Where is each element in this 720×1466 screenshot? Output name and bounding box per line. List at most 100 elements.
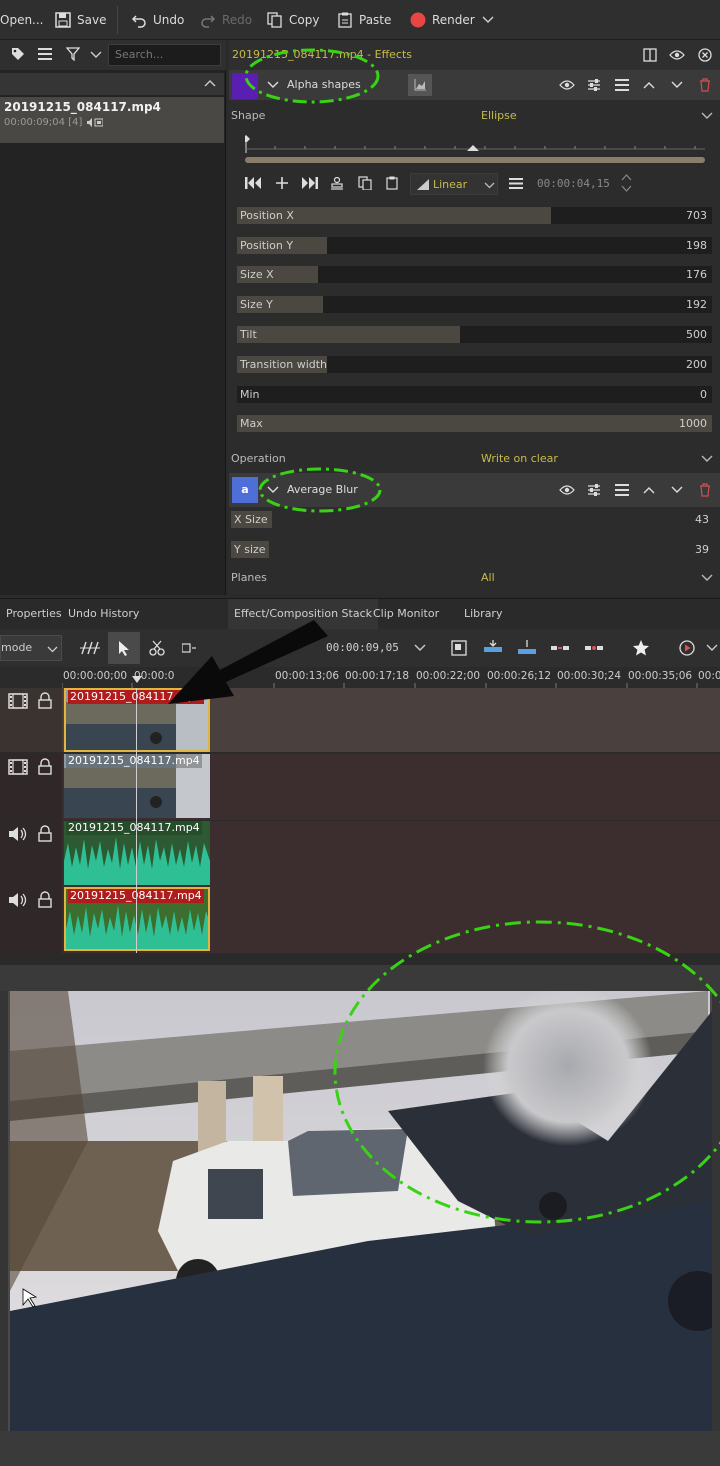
filter-icon[interactable] [66,47,80,61]
keyframe-ruler[interactable] [245,135,707,163]
copy-icon [267,12,282,28]
paste-button[interactable]: Paste [337,0,391,40]
lift-icon[interactable] [551,642,569,654]
tab-properties[interactable]: Properties [0,599,68,629]
search-input[interactable]: Search... [108,44,221,66]
star-icon[interactable] [632,639,650,656]
lock-icon[interactable] [38,891,52,908]
planes-value[interactable]: All [481,571,495,584]
menu-icon[interactable] [509,178,523,189]
chevron-down-icon[interactable] [414,644,426,652]
selection-tool-button[interactable] [108,632,140,664]
chevron-down-icon[interactable] [90,51,102,59]
open-button[interactable]: Open... [0,0,44,40]
film-icon[interactable] [8,693,28,709]
render-menu-button[interactable] [482,0,494,40]
speaker-icon[interactable] [8,826,28,842]
lock-icon[interactable] [38,825,52,842]
param-position-x[interactable]: Position X 703 [237,207,712,224]
menu-icon[interactable] [615,484,629,496]
tab-undo-history[interactable]: Undo History [62,599,145,629]
overwrite-icon[interactable] [518,640,536,656]
param-min[interactable]: Min 0 [237,386,712,403]
interpolation-select[interactable]: Linear [410,173,498,195]
open-label: Open... [0,13,44,27]
insert-icon[interactable] [484,640,502,656]
param-value: 176 [686,268,707,281]
param-y-size[interactable]: Y size 39 [231,541,714,558]
move-up-icon[interactable] [643,81,655,89]
undo-button[interactable]: Undo [131,0,184,40]
overlay-icon[interactable] [451,640,467,656]
undo-icon [131,15,146,28]
param-position-y[interactable]: Position Y 198 [237,237,712,254]
menu-icon[interactable] [615,79,629,91]
spin-arrows-icon[interactable] [621,173,632,193]
bin-clip-item[interactable]: 20191215_084117.mp4 00:00:09;04 [4] [0,97,224,143]
delete-icon[interactable] [699,78,711,92]
move-down-icon[interactable] [671,81,683,89]
param-transition-width[interactable]: Transition width 200 [237,356,712,373]
delete-icon[interactable] [699,483,711,497]
previous-keyframe-icon[interactable] [245,176,263,190]
redo-button[interactable]: Redo [200,0,252,40]
add-keyframe-icon[interactable] [275,176,289,190]
param-max[interactable]: Max 1000 [237,415,712,432]
tab-library[interactable]: Library [458,599,508,629]
timeline-clip[interactable]: 20191215_084117.mp4 [64,754,210,818]
film-icon[interactable] [8,759,28,775]
eye-icon[interactable] [559,484,575,496]
param-label: Tilt [240,328,257,341]
spacer-tool-icon[interactable] [80,640,100,656]
param-tilt[interactable]: Tilt 500 [237,326,712,343]
chevron-down-icon[interactable] [701,455,713,463]
next-keyframe-icon[interactable] [300,176,318,190]
chevron-down-icon[interactable] [701,574,713,582]
eye-icon[interactable] [669,49,685,61]
ruler-tick: 00:00:22;00 [416,670,481,682]
param-size-x[interactable]: Size X 176 [237,266,712,283]
timeline-timecode[interactable]: 00:00:09,05 [326,641,399,654]
record-icon[interactable] [679,640,695,656]
tab-clip-monitor[interactable]: Clip Monitor [367,599,445,629]
settings-sliders-icon[interactable] [587,78,601,92]
lock-icon[interactable] [38,758,52,775]
track-header [0,887,62,953]
chevron-up-icon[interactable] [204,79,216,87]
copy-icon[interactable] [358,176,372,190]
timeline-clip[interactable]: 20191215_084117.mp4 [64,821,210,885]
keyframe-graph-button[interactable] [408,74,432,96]
tag-icon[interactable] [11,47,25,61]
eye-icon[interactable] [559,79,575,91]
graph-icon [414,79,426,91]
param-fill [237,326,461,343]
param-size-y[interactable]: Size Y 192 [237,296,712,313]
param-value: 192 [686,298,707,311]
param-label: Size X [240,268,274,281]
save-button[interactable]: Save [55,0,106,40]
param-label: Size Y [240,298,273,311]
close-icon[interactable] [698,48,712,62]
chevron-down-icon[interactable] [701,112,713,120]
shape-value[interactable]: Ellipse [481,109,517,122]
playhead-marker[interactable] [132,676,142,684]
settings-sliders-icon[interactable] [587,483,601,497]
split-view-icon[interactable] [643,48,657,62]
param-x-size[interactable]: X Size 43 [231,511,714,528]
speaker-icon[interactable] [8,892,28,908]
move-down-icon[interactable] [671,486,683,494]
timeline-clip[interactable]: 20191215_084117.mp4 [64,887,210,951]
chevron-down-icon[interactable] [706,644,718,652]
paste-icon[interactable] [385,176,399,190]
keyframe-timecode[interactable]: 00:00:04,15 [537,177,610,190]
stamp-icon[interactable] [330,177,344,190]
operation-value[interactable]: Write on clear [481,452,558,465]
extract-icon[interactable] [585,642,603,654]
render-button[interactable]: Render [410,0,475,40]
list-icon[interactable] [38,48,52,60]
mode-select[interactable]: mode [0,635,62,661]
undo-label: Undo [153,13,185,27]
move-up-icon[interactable] [643,486,655,494]
copy-button[interactable]: Copy [267,0,319,40]
lock-icon[interactable] [38,692,52,709]
